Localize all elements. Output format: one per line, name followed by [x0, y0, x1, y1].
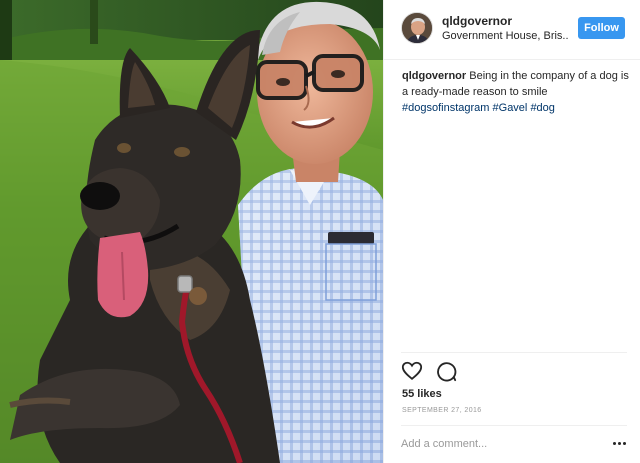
heart-icon[interactable]: [401, 360, 423, 382]
more-dot: [622, 441, 626, 445]
avatar-image: [402, 13, 432, 43]
comment-input[interactable]: [401, 436, 591, 452]
post-date[interactable]: SEPTEMBER 27, 2016: [402, 407, 482, 414]
header-location[interactable]: Government House, Bris..: [442, 30, 572, 42]
more-dot: [612, 441, 616, 445]
comment-icon[interactable]: [435, 360, 457, 382]
follow-button[interactable]: Follow: [578, 17, 625, 39]
hashtag-dog[interactable]: #dog: [530, 102, 554, 114]
caption-username[interactable]: qldgovernor: [402, 70, 466, 82]
hashtag-dogsofinstagram[interactable]: #dogsofinstagram: [402, 102, 489, 114]
comment-divider: [401, 425, 627, 426]
post-header: qldgovernor Government House, Bris.. Fol…: [384, 0, 640, 60]
post-caption: qldgovernor Being in the company of a do…: [402, 68, 630, 116]
post-photo[interactable]: [0, 0, 383, 463]
action-bar: [401, 360, 457, 384]
hashtag-gavel[interactable]: #Gavel: [493, 102, 528, 114]
more-options-icon[interactable]: [610, 436, 628, 450]
photo-illustration: [0, 0, 383, 463]
actions-divider: [401, 352, 627, 353]
more-dot: [617, 441, 621, 445]
post-sidebar: qldgovernor Government House, Bris.. Fol…: [383, 0, 640, 463]
avatar[interactable]: [401, 12, 433, 44]
header-username[interactable]: qldgovernor: [442, 14, 512, 28]
likes-count[interactable]: 55 likes: [402, 388, 442, 400]
